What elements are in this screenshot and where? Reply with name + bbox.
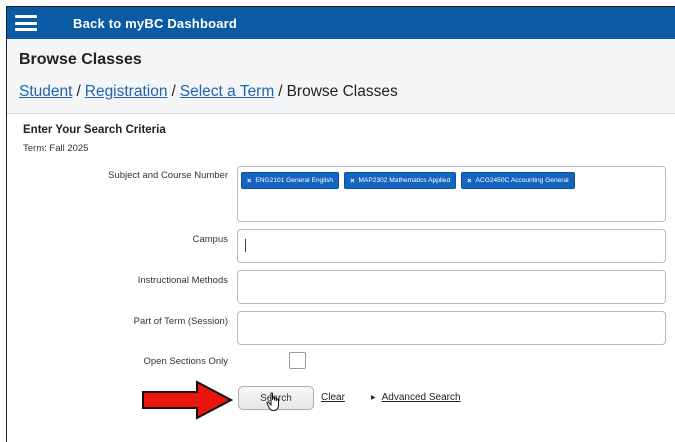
remove-chip-icon[interactable]: × (467, 176, 471, 185)
instructional-methods-label: Instructional Methods (137, 275, 228, 286)
back-to-dashboard-link[interactable]: Back to myBC Dashboard (73, 16, 237, 31)
remove-chip-icon[interactable]: × (247, 176, 251, 185)
subject-chip[interactable]: × MAP2302 Mathematics Applied (344, 172, 457, 189)
clear-link[interactable]: Clear (321, 392, 345, 403)
chip-label: ENG2101 General English (255, 177, 334, 184)
breadcrumb-student[interactable]: Student (19, 83, 72, 100)
open-sections-checkbox[interactable] (289, 352, 306, 369)
breadcrumb-registration[interactable]: Registration (85, 83, 168, 100)
red-annotation-arrow-icon (142, 380, 233, 420)
text-cursor (245, 239, 246, 252)
part-of-term-label: Part of Term (Session) (133, 316, 228, 327)
breadcrumb-current: Browse Classes (286, 83, 398, 100)
subject-course-multiselect[interactable]: × ENG2101 General English × MAP2302 Math… (237, 166, 666, 222)
advanced-search-link[interactable]: Advanced Search (382, 392, 461, 403)
term-label: Term: Fall 2025 (23, 143, 89, 154)
page-header: Browse Classes Student / Registration / Sele… (7, 39, 675, 114)
campus-label: Campus (192, 234, 228, 245)
chip-label: MAP2302 Mathematics Applied (358, 177, 451, 184)
breadcrumb-separator: / (278, 83, 283, 100)
remove-chip-icon[interactable]: × (350, 176, 354, 185)
part-of-term-input[interactable] (237, 311, 666, 345)
breadcrumb-select-term[interactable]: Select a Term (180, 83, 274, 100)
open-sections-label: Open Sections Only (143, 356, 229, 367)
hand-pointer-cursor-icon (266, 392, 279, 411)
chip-label: ACG2450C Accounting General (475, 177, 569, 184)
search-criteria-heading: Enter Your Search Criteria (23, 124, 166, 136)
subject-chip-list: × ENG2101 General English × MAP2302 Math… (238, 167, 665, 194)
expand-triangle-icon: ▶ (371, 395, 376, 401)
instructional-methods-input[interactable] (237, 270, 666, 304)
top-navigation-bar: Back to myBC Dashboard (7, 7, 675, 39)
page-title: Browse Classes (19, 51, 142, 68)
campus-input[interactable] (237, 229, 666, 263)
breadcrumb-separator: / (171, 83, 176, 100)
breadcrumb: Student / Registration / Select a Term / Brows… (19, 83, 398, 101)
subject-chip[interactable]: × ENG2101 General English (241, 172, 340, 189)
breadcrumb-separator: / (76, 83, 81, 100)
advanced-search-toggle[interactable]: ▶ Advanced Search (371, 392, 461, 403)
hamburger-menu-icon[interactable] (15, 15, 37, 31)
subject-chip[interactable]: × ACG2450C Accounting General (461, 172, 575, 189)
subject-label: Subject and Course Number (108, 170, 228, 181)
